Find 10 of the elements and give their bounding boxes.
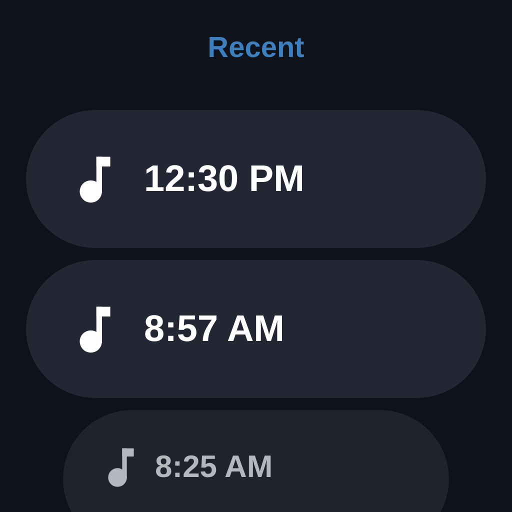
time-label: 8:25 AM [155,448,273,486]
time-label: 8:57 AM [144,307,285,352]
music-note-icon [78,304,112,354]
time-chip[interactable]: 8:57 AM [26,260,486,398]
music-note-icon [107,446,135,488]
time-label: 12:30 PM [144,157,304,202]
time-chip[interactable]: 12:30 PM [26,110,486,248]
music-note-icon [78,154,112,204]
time-chip[interactable]: 8:25 AM [63,410,449,512]
screen-title: Recent [208,34,304,63]
